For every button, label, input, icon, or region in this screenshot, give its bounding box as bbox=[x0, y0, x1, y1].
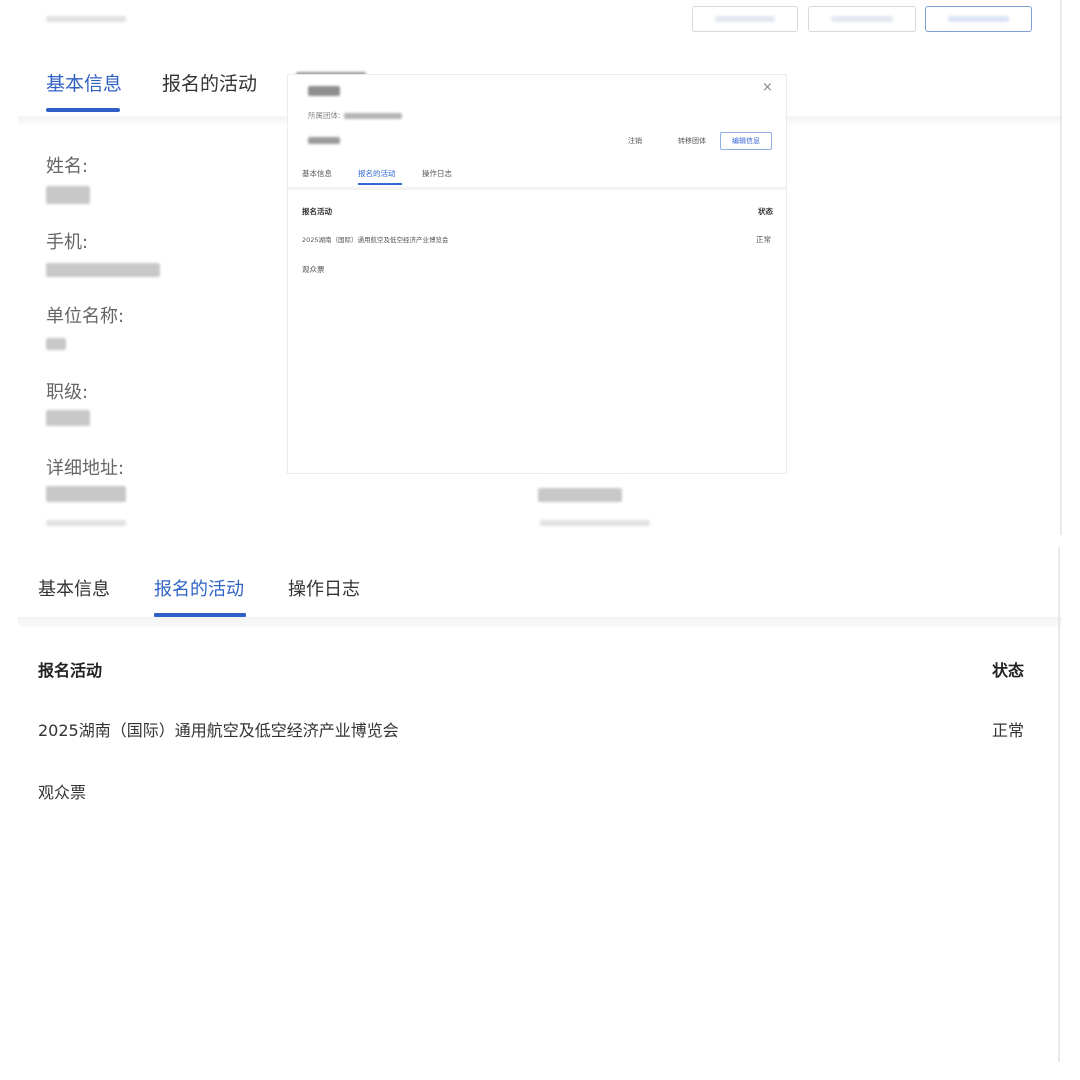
popup-col-activity: 报名活动 bbox=[302, 207, 332, 216]
activity-status: 正常 bbox=[992, 721, 1025, 740]
field-company-label: 单位名称: bbox=[46, 306, 125, 327]
col-header-activity: 报名活动 bbox=[38, 661, 103, 680]
popup-tab-indicator bbox=[358, 183, 402, 185]
popup-group-label: 所属团体: bbox=[308, 111, 341, 120]
popup-group-value bbox=[344, 113, 402, 119]
tab-registered-activities[interactable]: 报名的活动 bbox=[154, 577, 244, 603]
field-address-value bbox=[46, 486, 126, 502]
popup-tab-basic-info[interactable]: 基本信息 bbox=[302, 169, 332, 179]
popup-activity-status: 正常 bbox=[756, 235, 771, 244]
field-rank-label: 职级: bbox=[46, 382, 89, 403]
popup-tab-divider bbox=[288, 187, 786, 190]
popup-activity-name: 2025湖南（国际）通用航空及低空经济产业博览会 bbox=[302, 236, 449, 244]
field-rank-value bbox=[46, 410, 90, 426]
transfer-group-button[interactable]: 转移团体 bbox=[668, 132, 716, 150]
popup-col-status: 状态 bbox=[758, 207, 773, 216]
bg-tab-basic-info[interactable]: 基本信息 bbox=[46, 70, 122, 98]
col-header-status: 状态 bbox=[992, 661, 1025, 680]
header-action-button-2[interactable] bbox=[808, 6, 916, 32]
field-phone-label: 手机: bbox=[46, 232, 89, 253]
popup-tab-operation-log[interactable]: 操作日志 bbox=[422, 169, 452, 179]
popup-ticket-type: 观众票 bbox=[302, 265, 325, 274]
activity-name: 2025湖南（国际）通用航空及低空经济产业博览会 bbox=[38, 721, 399, 740]
edit-info-button[interactable]: 编辑信息 bbox=[720, 132, 772, 150]
field-company-value bbox=[46, 338, 66, 350]
bottom-blurred-label-2 bbox=[540, 520, 650, 526]
cancel-button[interactable]: 注销 bbox=[614, 132, 656, 150]
popup-tag bbox=[308, 137, 340, 144]
field-phone-value bbox=[46, 263, 160, 277]
bottom-blurred-label-1 bbox=[46, 520, 126, 526]
tab-basic-info[interactable]: 基本信息 bbox=[38, 577, 110, 603]
popup-tab-activities[interactable]: 报名的活动 bbox=[358, 169, 396, 179]
bg-tab-active-indicator bbox=[46, 108, 120, 112]
right-edge-line-bottom bbox=[1058, 547, 1060, 1062]
bg-tab-activities[interactable]: 报名的活动 bbox=[162, 70, 257, 98]
header-action-button-3[interactable] bbox=[925, 6, 1032, 32]
right-edge-line bbox=[1060, 0, 1062, 535]
background-page: 基本信息 报名的活动 姓名: 手机: 单位名称: 职级: 详细地址: × 所属团… bbox=[0, 0, 1080, 535]
header-blurred-text bbox=[46, 16, 126, 22]
close-icon[interactable]: × bbox=[762, 81, 773, 94]
member-detail-popup: × 所属团体: 注销 转移团体 编辑信息 基本信息 报名的活动 操作日志 报名活… bbox=[287, 74, 787, 474]
ticket-type: 观众票 bbox=[38, 783, 87, 802]
header-action-button-1[interactable] bbox=[692, 6, 798, 32]
field-name-label: 姓名: bbox=[46, 156, 89, 177]
field-name-value bbox=[46, 186, 90, 204]
popup-member-name bbox=[308, 86, 340, 96]
tab-divider bbox=[18, 617, 1062, 627]
right-blurred-value bbox=[538, 488, 622, 502]
field-address-label: 详细地址: bbox=[46, 458, 125, 479]
tab-operation-log[interactable]: 操作日志 bbox=[288, 577, 360, 603]
detail-panel: 基本信息 报名的活动 操作日志 报名活动 状态 2025湖南（国际）通用航空及低… bbox=[0, 547, 1080, 1080]
